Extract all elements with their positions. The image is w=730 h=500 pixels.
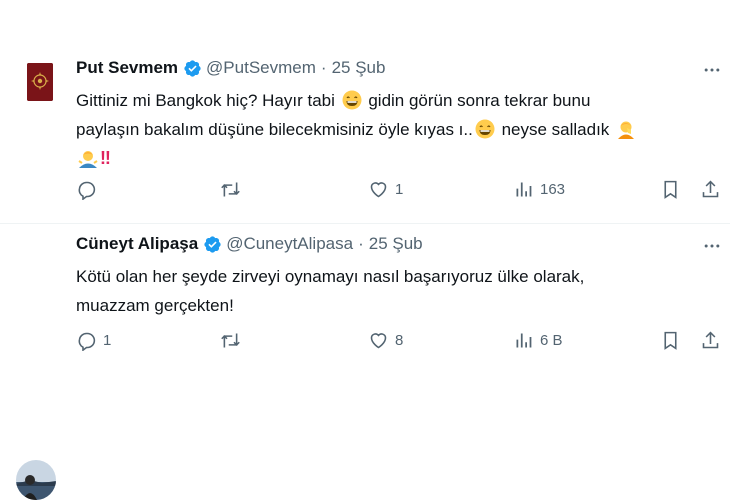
grinning-emoji-icon xyxy=(342,90,362,110)
tweet-text-line-3: ‼ xyxy=(76,144,638,173)
share-icon xyxy=(702,180,719,198)
reply-icon xyxy=(78,181,96,200)
profile-photo-icon xyxy=(16,460,56,500)
person-shrugging-icon xyxy=(78,151,98,168)
timestamp[interactable]: 25 Şub xyxy=(332,58,386,78)
retweet-button[interactable] xyxy=(220,179,247,200)
action-bar: 1 163 xyxy=(0,179,730,203)
handle[interactable]: @CuneytAlipasa xyxy=(226,234,353,254)
tweet-2[interactable]: Cüneyt Alipaşa @CuneytAlipasa · 25 Şub K… xyxy=(0,224,730,500)
avatar[interactable] xyxy=(16,460,56,500)
like-icon xyxy=(370,182,387,198)
tweet-text-line-1: Kötü olan her şeyde zirveyi oynamayı nas… xyxy=(76,267,585,286)
display-name[interactable]: Put Sevmem xyxy=(76,58,178,78)
bookmark-icon xyxy=(664,180,677,199)
text-segment: paylaşın bakalım düşüne bilecekmisiniz ö… xyxy=(76,120,473,139)
tweet-header: Cüneyt Alipaşa @CuneytAlipasa · 25 Şub xyxy=(76,234,423,254)
more-options-button[interactable] xyxy=(702,60,722,80)
more-icon xyxy=(704,244,720,248)
view-count: 6 B xyxy=(540,332,563,349)
retweet-icon xyxy=(221,333,240,348)
verified-badge-icon xyxy=(184,59,201,77)
reply-count: 1 xyxy=(103,332,112,349)
timestamp[interactable]: 25 Şub xyxy=(369,234,423,254)
action-bar: 1 8 6 B xyxy=(0,330,730,354)
more-icon xyxy=(704,68,720,72)
bookmark-icon xyxy=(664,331,677,350)
grinning-emoji-icon xyxy=(475,119,495,139)
reply-icon xyxy=(78,332,96,351)
like-count: 1 xyxy=(395,181,404,198)
text-segment: Gittiniz mi Bangkok hiç? Hayır tabi xyxy=(76,91,340,110)
text-segment: neyse salladık xyxy=(496,120,615,139)
views-icon xyxy=(516,182,532,197)
tweet-header: Put Sevmem @PutSevmem · 25 Şub xyxy=(76,58,385,78)
views-icon xyxy=(516,333,532,348)
tweet-text-line-2: paylaşın bakalım düşüne bilecekmisiniz ö… xyxy=(76,115,638,144)
like-count: 8 xyxy=(395,332,404,349)
tweet-text: Kötü olan her şeyde zirveyi oynamayı nas… xyxy=(76,262,584,320)
views-button[interactable]: 163 xyxy=(513,179,565,200)
reply-button[interactable] xyxy=(76,179,103,200)
like-icon xyxy=(370,333,387,349)
separator: · xyxy=(320,58,327,77)
view-count: 163 xyxy=(540,181,566,198)
tweet-text: Gittiniz mi Bangkok hiç? Hayır tabi gidi… xyxy=(76,86,638,173)
double-exclamation-icon: ‼ xyxy=(100,148,111,168)
tweet-1[interactable]: Put Sevmem @PutSevmem · 25 Şub Gittiniz … xyxy=(0,0,730,224)
verified-badge-icon xyxy=(204,235,221,253)
handle[interactable]: @PutSevmem xyxy=(206,58,316,78)
separator: · xyxy=(358,234,364,253)
like-button[interactable]: 1 xyxy=(368,179,403,200)
tweet-text-line-2: muazzam gerçekten! xyxy=(76,296,234,315)
emblem-icon xyxy=(27,63,53,101)
display-name[interactable]: Cüneyt Alipaşa xyxy=(76,234,198,254)
avatar[interactable] xyxy=(27,63,53,101)
views-button[interactable]: 6 B xyxy=(513,330,563,351)
share-button[interactable] xyxy=(700,330,721,351)
more-options-button[interactable] xyxy=(702,236,722,256)
person-facepalming-icon xyxy=(618,121,635,139)
bookmark-button[interactable] xyxy=(660,330,681,351)
tweet-text-line-1: Gittiniz mi Bangkok hiç? Hayır tabi gidi… xyxy=(76,86,638,115)
bookmark-button[interactable] xyxy=(660,179,681,200)
retweet-button[interactable] xyxy=(220,330,247,351)
share-button[interactable] xyxy=(700,179,721,200)
text-segment: gidin görün sonra tekrar bunu xyxy=(363,91,591,110)
share-icon xyxy=(702,331,719,349)
reply-button[interactable]: 1 xyxy=(76,330,111,351)
retweet-icon xyxy=(221,182,240,197)
like-button[interactable]: 8 xyxy=(368,330,403,351)
